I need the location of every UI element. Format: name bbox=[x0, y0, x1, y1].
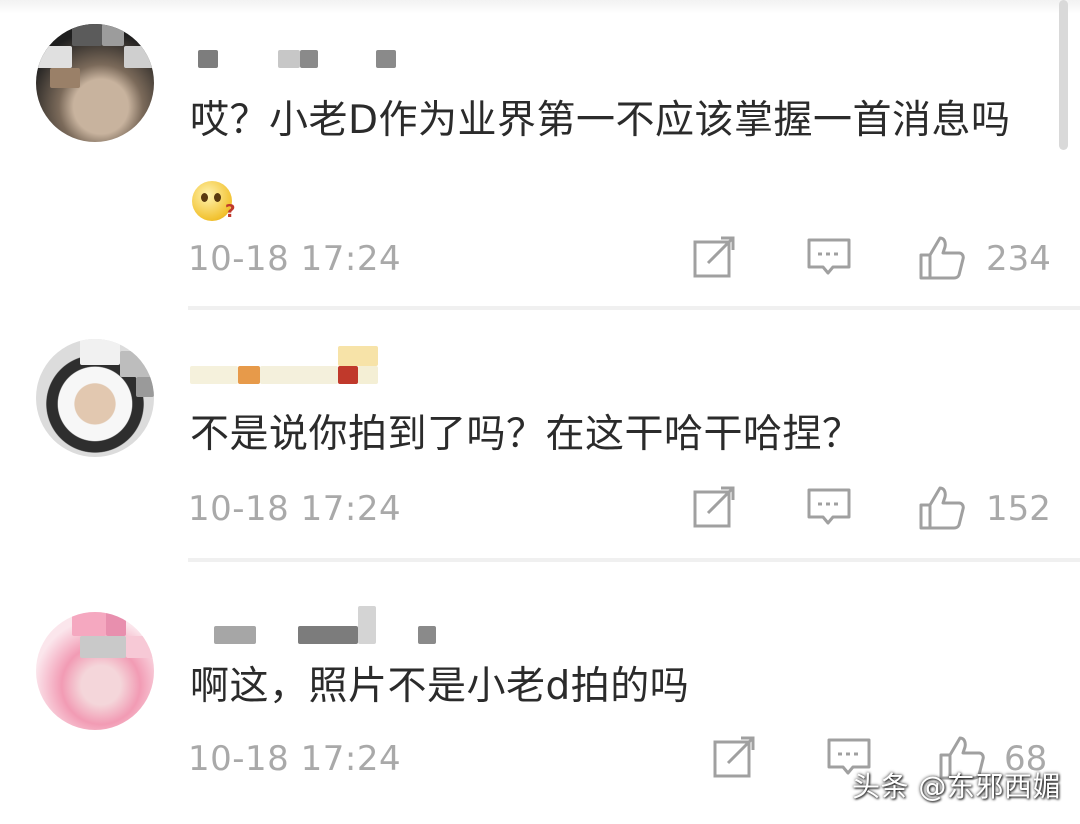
username-mosaic bbox=[214, 606, 454, 646]
username-mosaic bbox=[190, 346, 390, 386]
timestamp: 10-18 17:24 bbox=[188, 489, 402, 529]
avatar[interactable] bbox=[36, 612, 154, 730]
comment-icon[interactable] bbox=[806, 485, 856, 535]
avatar[interactable] bbox=[36, 339, 154, 457]
share-icon[interactable] bbox=[692, 485, 742, 535]
comment-text: 哎？小老D作为业界第一不应该掌握一首消息吗 bbox=[190, 80, 1040, 253]
timestamp: 10-18 17:24 bbox=[188, 239, 402, 279]
like-count: 234 bbox=[986, 239, 1051, 279]
comment-meta: 10-18 17:24 152 bbox=[0, 485, 1080, 535]
avatar[interactable] bbox=[36, 24, 154, 142]
comment-item: 不是说你拍到了吗？在这干哈干哈捏？ 10-18 17:24 152 bbox=[0, 310, 1080, 562]
thumbs-up-icon[interactable] bbox=[918, 235, 968, 285]
comment-meta: 10-18 17:24 234 bbox=[0, 235, 1080, 285]
username-mosaic bbox=[198, 50, 408, 68]
comment-icon[interactable] bbox=[806, 235, 856, 285]
watermark: 头条 @东邪西媚 bbox=[852, 770, 1061, 803]
timestamp: 10-18 17:24 bbox=[188, 739, 402, 779]
thinking-face-emoji bbox=[192, 171, 236, 253]
like-count: 152 bbox=[986, 489, 1051, 529]
thumbs-up-icon[interactable] bbox=[918, 485, 968, 535]
comment-item: 哎？小老D作为业界第一不应该掌握一首消息吗 10-18 17:24 234 bbox=[0, 0, 1080, 310]
comment-text: 不是说你拍到了吗？在这干哈干哈捏？ bbox=[190, 412, 862, 457]
share-icon[interactable] bbox=[692, 235, 742, 285]
share-icon[interactable] bbox=[712, 735, 762, 785]
comment-text: 啊这，照片不是小老d拍的吗 bbox=[190, 664, 690, 709]
